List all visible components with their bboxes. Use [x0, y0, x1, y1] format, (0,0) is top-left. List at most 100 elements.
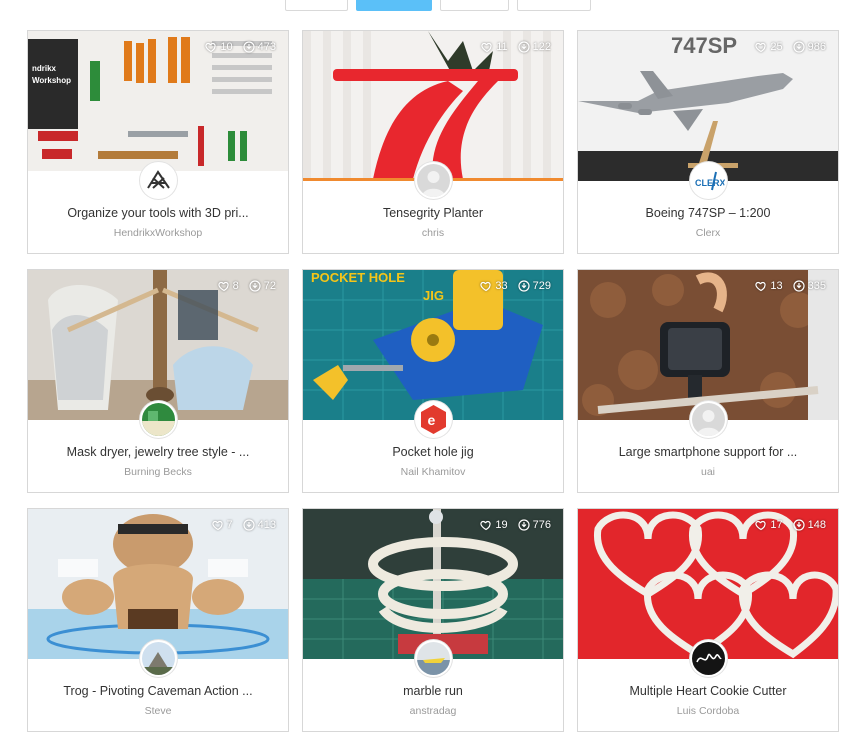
- downloads-value: 776: [532, 519, 551, 531]
- author-name[interactable]: Nail Khamitov: [313, 466, 553, 478]
- model-stats: 19 776: [474, 518, 551, 532]
- like-count[interactable]: 19: [480, 518, 508, 532]
- heart-icon: [205, 42, 217, 53]
- download-count[interactable]: 72: [249, 279, 276, 293]
- download-count[interactable]: 729: [518, 279, 551, 293]
- downloads-value: 148: [807, 519, 826, 531]
- tab-3[interactable]: [440, 0, 509, 11]
- signature-logo-avatar[interactable]: [690, 640, 727, 677]
- model-title[interactable]: Tensegrity Planter: [313, 206, 553, 220]
- truss-logo-avatar[interactable]: [140, 162, 177, 199]
- heart-icon: [480, 520, 492, 531]
- model-stats: 11 122: [475, 40, 551, 54]
- tab-4[interactable]: [517, 0, 591, 11]
- model-stats: 33 729: [474, 279, 551, 293]
- model-stats: 7 413: [206, 518, 276, 532]
- model-card[interactable]: 11 122 Tensegrity Planter chris: [302, 30, 564, 254]
- download-icon: [243, 41, 255, 53]
- heart-icon: [755, 520, 767, 531]
- download-count[interactable]: 473: [243, 40, 276, 54]
- downloads-value: 473: [257, 41, 276, 53]
- download-icon: [793, 519, 805, 531]
- model-card[interactable]: POCKET HOLE JIG 33 729 e Pocket hole jig…: [302, 269, 564, 493]
- like-count[interactable]: 7: [211, 518, 233, 532]
- author-name[interactable]: Luis Cordoba: [588, 705, 828, 717]
- download-icon: [518, 519, 530, 531]
- heart-icon: [755, 42, 767, 53]
- author-name[interactable]: Steve: [38, 705, 278, 717]
- model-card[interactable]: 8 72 Mask dryer, jewelry tree style - ..…: [27, 269, 289, 493]
- author-name[interactable]: HendrikxWorkshop: [38, 227, 278, 239]
- download-count[interactable]: 335: [793, 279, 826, 293]
- likes-value: 11: [496, 41, 508, 53]
- model-title[interactable]: Large smartphone support for ...: [588, 445, 828, 459]
- downloads-value: 986: [807, 41, 826, 53]
- svg-text:Workshop: Workshop: [32, 76, 71, 85]
- likes-value: 33: [495, 280, 508, 292]
- svg-text:JIG: JIG: [423, 288, 444, 303]
- like-count[interactable]: 8: [217, 279, 239, 293]
- download-icon: [518, 41, 530, 53]
- like-count[interactable]: 25: [755, 40, 783, 54]
- model-title[interactable]: Trog - Pivoting Caveman Action ...: [38, 684, 278, 698]
- heart-icon: [480, 281, 492, 292]
- author-name[interactable]: chris: [313, 227, 553, 239]
- model-title[interactable]: Multiple Heart Cookie Cutter: [588, 684, 828, 698]
- filter-tabs: [0, 0, 863, 12]
- download-count[interactable]: 413: [243, 518, 276, 532]
- download-count[interactable]: 986: [793, 40, 826, 54]
- model-stats: 25 986: [749, 40, 826, 54]
- likes-value: 17: [770, 519, 783, 531]
- model-title[interactable]: Pocket hole jig: [313, 445, 553, 459]
- boat-photo-avatar[interactable]: [415, 640, 452, 677]
- red-e-logo-avatar[interactable]: e: [415, 401, 452, 438]
- model-stats: 13 335: [749, 279, 826, 293]
- svg-text:ndrikx: ndrikx: [32, 64, 57, 73]
- default-user-avatar[interactable]: [415, 162, 452, 199]
- download-icon: [243, 519, 255, 531]
- model-card[interactable]: 747SP 25 986 CLERX Boeing 747SP – 1:200 …: [577, 30, 839, 254]
- landscape-photo-avatar[interactable]: [140, 640, 177, 677]
- default-user-avatar[interactable]: [690, 401, 727, 438]
- download-count[interactable]: 148: [793, 518, 826, 532]
- like-count[interactable]: 13: [755, 279, 783, 293]
- model-stats: 17 148: [749, 518, 826, 532]
- downloads-value: 72: [263, 280, 276, 292]
- download-icon: [249, 280, 261, 292]
- model-card[interactable]: 13 335 Large smartphone support for ... …: [577, 269, 839, 493]
- like-count[interactable]: 17: [755, 518, 783, 532]
- green-photo-avatar[interactable]: [140, 401, 177, 438]
- download-icon: [793, 41, 805, 53]
- svg-text:747SP: 747SP: [671, 33, 737, 58]
- clerx-logo-avatar[interactable]: CLERX: [690, 162, 727, 199]
- likes-value: 19: [495, 519, 508, 531]
- like-count[interactable]: 33: [480, 279, 508, 293]
- model-title[interactable]: marble run: [313, 684, 553, 698]
- like-count[interactable]: 10: [205, 40, 233, 54]
- model-card[interactable]: ndrikx Workshop 10 473 Organize your too…: [27, 30, 289, 254]
- model-card[interactable]: 17 148 Multiple Heart Cookie Cutter Luis…: [577, 508, 839, 732]
- model-title[interactable]: Boeing 747SP – 1:200: [588, 206, 828, 220]
- svg-text:CLERX: CLERX: [695, 178, 725, 188]
- likes-value: 25: [770, 41, 783, 53]
- model-title[interactable]: Mask dryer, jewelry tree style - ...: [38, 445, 278, 459]
- downloads-value: 122: [532, 41, 551, 53]
- download-count[interactable]: 122: [518, 40, 551, 54]
- download-count[interactable]: 776: [518, 518, 551, 532]
- model-title[interactable]: Organize your tools with 3D pri...: [38, 206, 278, 220]
- tab-2-active[interactable]: [356, 0, 432, 11]
- model-card[interactable]: 19 776 marble run anstradag: [302, 508, 564, 732]
- heart-icon: [211, 520, 223, 531]
- tab-1[interactable]: [285, 0, 348, 11]
- model-card[interactable]: 7 413 Trog - Pivoting Caveman Action ...…: [27, 508, 289, 732]
- author-name[interactable]: Clerx: [588, 227, 828, 239]
- author-name[interactable]: uai: [588, 466, 828, 478]
- download-icon: [793, 280, 805, 292]
- model-stats: 8 72: [212, 279, 276, 293]
- author-name[interactable]: Burning Becks: [38, 466, 278, 478]
- svg-text:e: e: [428, 412, 436, 428]
- heart-icon: [217, 281, 229, 292]
- likes-value: 10: [220, 41, 233, 53]
- author-name[interactable]: anstradag: [313, 705, 553, 717]
- like-count[interactable]: 11: [481, 40, 508, 54]
